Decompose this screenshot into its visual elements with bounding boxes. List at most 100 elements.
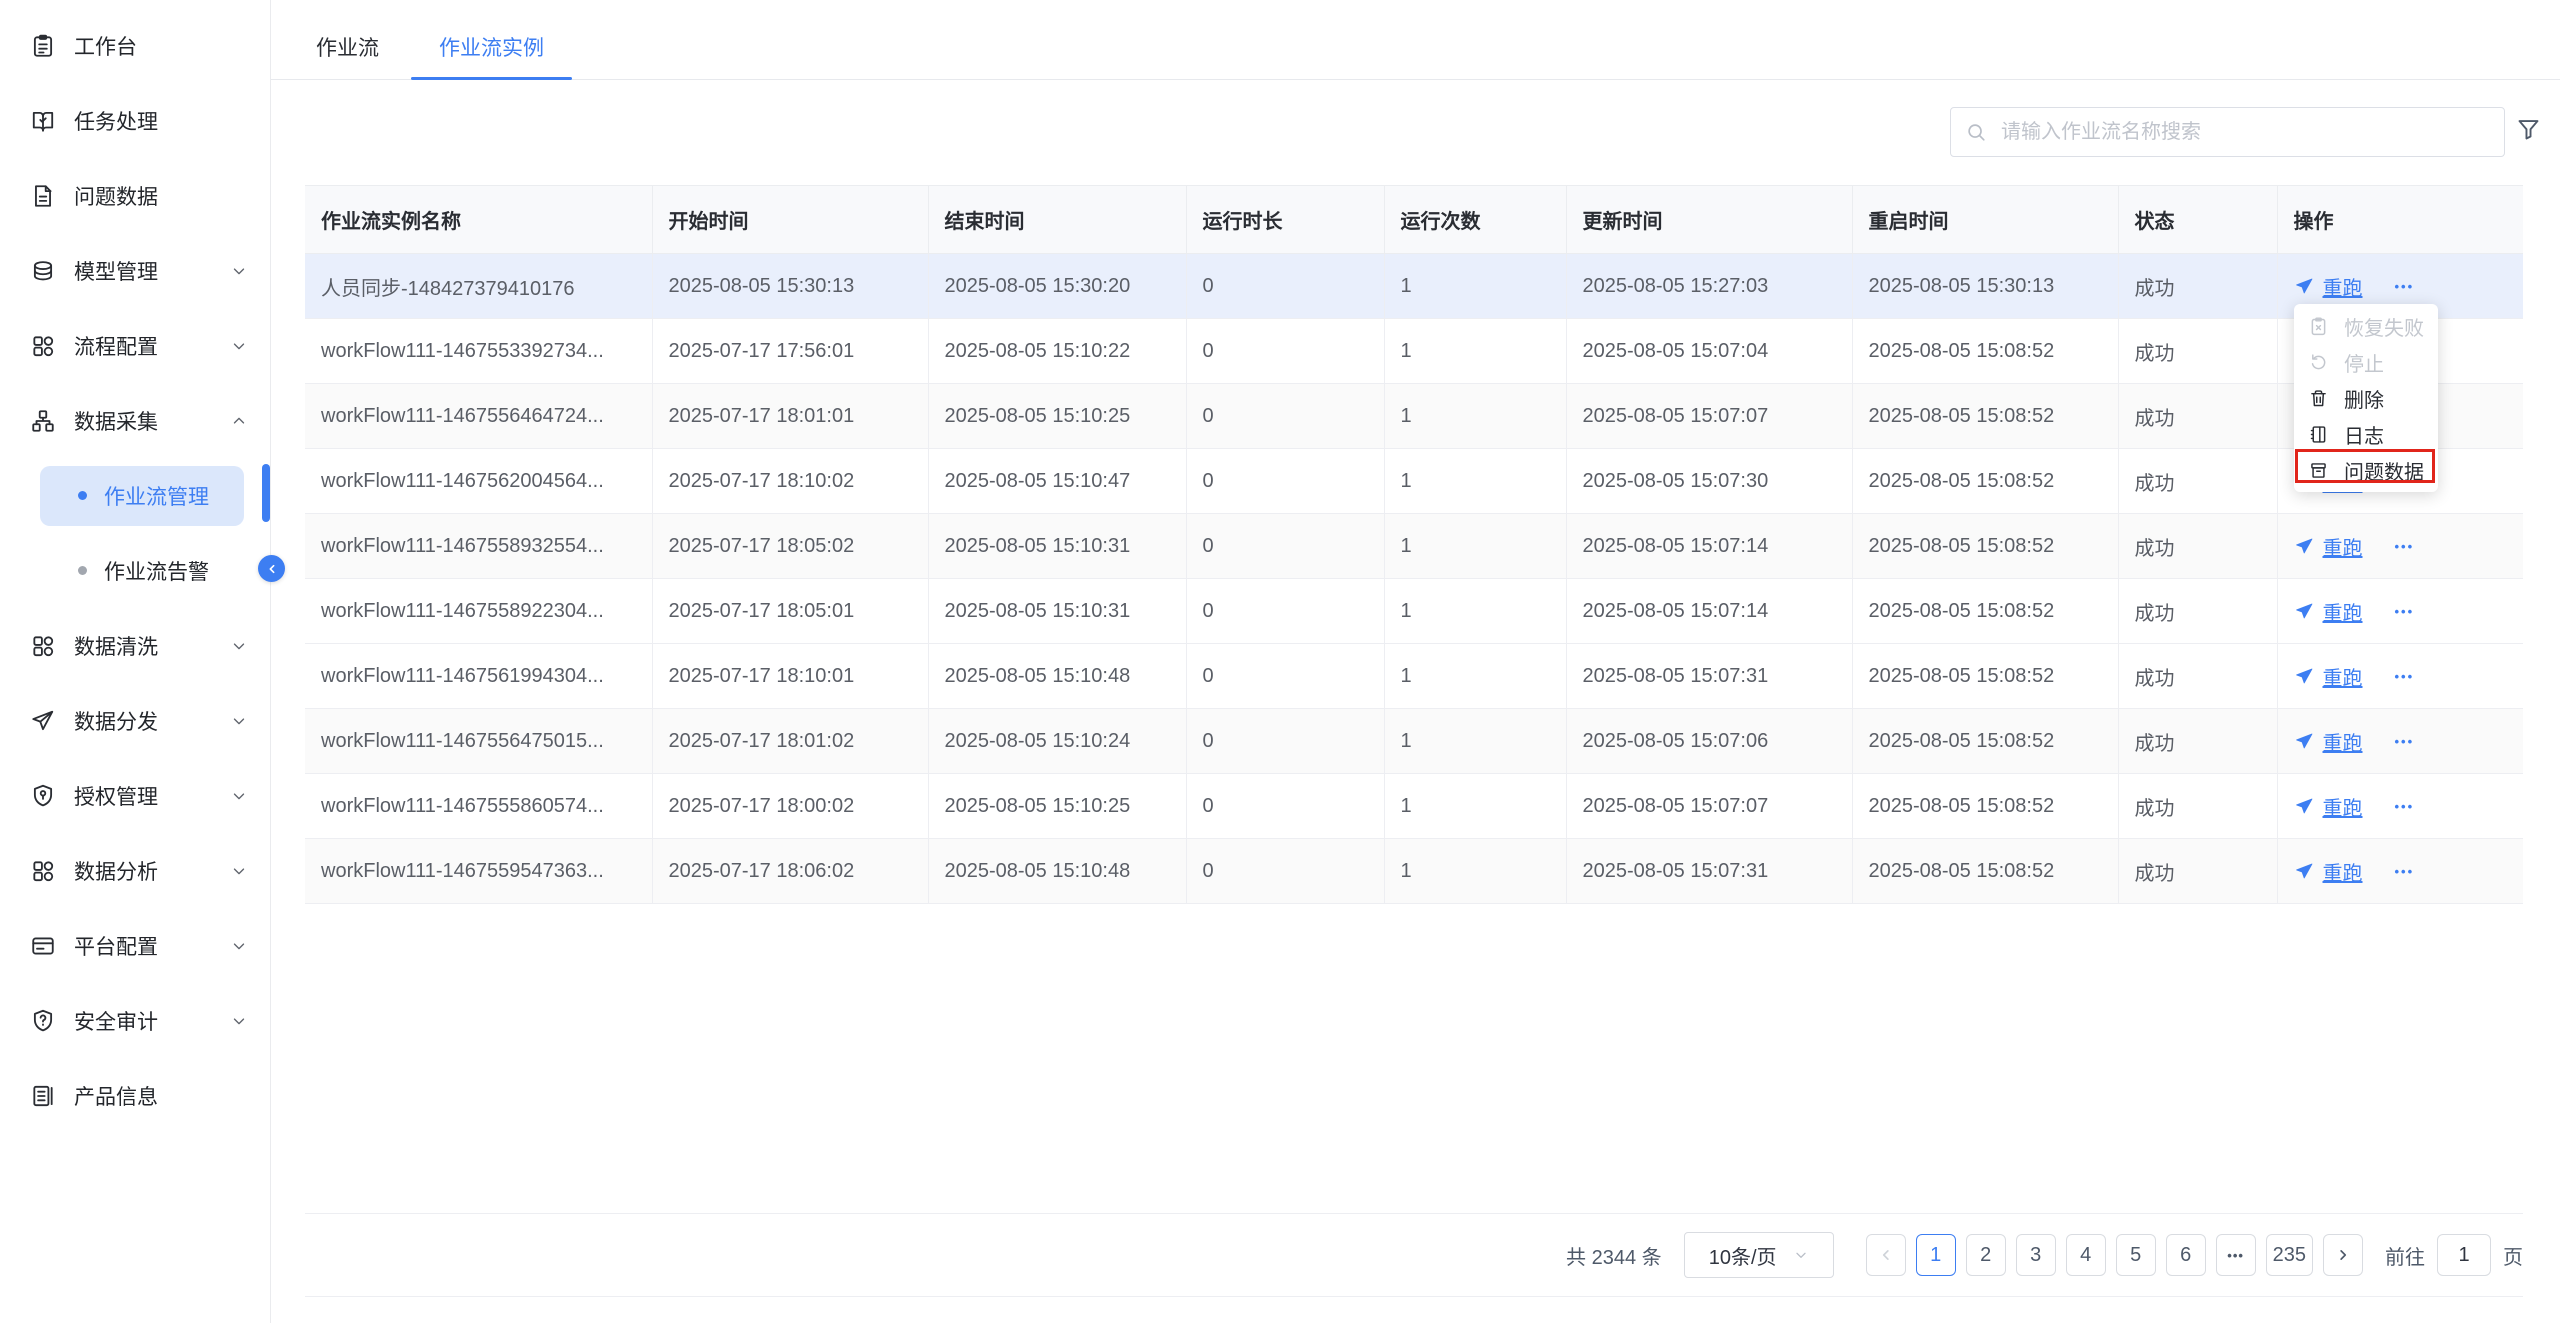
cell-instance-name: workFlow111-1467556464724... xyxy=(305,384,652,449)
cell-duration: 0 xyxy=(1186,709,1384,774)
more-actions-button[interactable]: ••• xyxy=(2395,864,2415,879)
page-button[interactable]: 3 xyxy=(2016,1234,2056,1276)
chevron-down-icon xyxy=(230,937,248,955)
cell-instance-name: 人员同步-148427379410176 xyxy=(305,254,652,319)
paper-plane-icon xyxy=(2294,601,2315,622)
workbench-icon xyxy=(30,33,56,59)
col-header-start-time: 开始时间 xyxy=(652,186,928,254)
rerun-label: 重跑 xyxy=(2323,727,2363,756)
cell-restart-time: 2025-08-05 15:08:52 xyxy=(1852,579,2118,644)
sidebar-scrollbar-thumb[interactable] xyxy=(262,464,270,522)
sidebar-item-authorization[interactable]: 授权管理 xyxy=(0,758,270,833)
sidebar-item-problem-data[interactable]: 问题数据 xyxy=(0,158,270,233)
chevron-left-icon xyxy=(1877,1246,1895,1264)
cell-update-time: 2025-08-05 15:27:03 xyxy=(1566,254,1852,319)
sidebar-item-data-collection[interactable]: 数据采集 xyxy=(0,383,270,458)
model-management-icon xyxy=(30,258,56,284)
menu-item-log[interactable]: 日志 xyxy=(2294,416,2438,452)
cell-run-count: 1 xyxy=(1384,579,1566,644)
sidebar-item-workflow-management[interactable]: 作业流管理 xyxy=(0,458,270,533)
table-row[interactable]: workFlow111-1467562004564... 2025-07-17 … xyxy=(305,449,2523,514)
menu-item-delete[interactable]: 删除 xyxy=(2294,380,2438,416)
rerun-button[interactable]: 重跑 xyxy=(2294,662,2363,691)
sidebar-item-data-distribution[interactable]: 数据分发 xyxy=(0,683,270,758)
sidebar-item-data-analysis[interactable]: 数据分析 xyxy=(0,833,270,908)
sidebar-subitem-label: 作业流管理 xyxy=(104,481,209,511)
cell-status: 成功 xyxy=(2118,644,2277,709)
cell-update-time: 2025-08-05 15:07:04 xyxy=(1566,319,1852,384)
rerun-label: 重跑 xyxy=(2323,597,2363,626)
next-page-button[interactable] xyxy=(2323,1234,2363,1276)
sidebar-item-product-info[interactable]: 产品信息 xyxy=(0,1058,270,1133)
sidebar-item-label: 任务处理 xyxy=(74,106,248,136)
cell-update-time: 2025-08-05 15:07:31 xyxy=(1566,839,1852,904)
sidebar-item-label: 数据分发 xyxy=(74,706,230,736)
authorization-icon xyxy=(30,783,56,809)
table-row[interactable]: workFlow111-1467559547363... 2025-07-17 … xyxy=(305,839,2523,904)
goto-unit-label: 页 xyxy=(2503,1241,2523,1270)
sidebar-item-security-audit[interactable]: 安全审计 xyxy=(0,983,270,1058)
page-button[interactable]: 6 xyxy=(2166,1234,2206,1276)
cell-start-time: 2025-07-17 18:10:02 xyxy=(652,449,928,514)
cell-update-time: 2025-08-05 15:07:31 xyxy=(1566,644,1852,709)
sidebar-item-process-config[interactable]: 流程配置 xyxy=(0,308,270,383)
cell-run-count: 1 xyxy=(1384,839,1566,904)
more-actions-button[interactable]: ••• xyxy=(2395,799,2415,814)
total-count-label: 共 2344 条 xyxy=(1566,1241,1662,1270)
rerun-button[interactable]: 重跑 xyxy=(2294,727,2363,756)
more-actions-button[interactable]: ••• xyxy=(2395,669,2415,684)
sidebar-item-workflow-alert[interactable]: 作业流告警 xyxy=(0,533,270,608)
table-row[interactable]: workFlow111-1467556464724... 2025-07-17 … xyxy=(305,384,2523,449)
sidebar-item-workbench[interactable]: 工作台 xyxy=(0,8,270,83)
tab-workflow[interactable]: 作业流 xyxy=(314,14,381,79)
rerun-button[interactable]: 重跑 xyxy=(2294,857,2363,886)
cell-status: 成功 xyxy=(2118,319,2277,384)
sidebar-item-task-processing[interactable]: 任务处理 xyxy=(0,83,270,158)
platform-config-icon xyxy=(30,933,56,959)
search-input[interactable] xyxy=(1999,120,2490,145)
page-size-select[interactable]: 10条/页 xyxy=(1684,1232,1834,1278)
sidebar-item-data-cleaning[interactable]: 数据清洗 xyxy=(0,608,270,683)
table-row[interactable]: workFlow111-1467553392734... 2025-07-17 … xyxy=(305,319,2523,384)
rerun-button[interactable]: 重跑 xyxy=(2294,597,2363,626)
menu-item-problem-data[interactable]: 问题数据 xyxy=(2294,452,2438,488)
table-row[interactable]: workFlow111-1467558922304... 2025-07-17 … xyxy=(305,579,2523,644)
table-row[interactable]: workFlow111-1467561994304... 2025-07-17 … xyxy=(305,644,2523,709)
more-actions-button[interactable]: ••• xyxy=(2395,539,2415,554)
more-actions-button[interactable]: ••• xyxy=(2395,734,2415,749)
prev-page-button[interactable] xyxy=(1866,1234,1906,1276)
funnel-icon[interactable] xyxy=(2515,116,2542,143)
chevron-right-icon xyxy=(2334,1246,2352,1264)
page-button[interactable]: ••• xyxy=(2216,1234,2256,1276)
goto-page-input[interactable] xyxy=(2437,1234,2491,1276)
page-button[interactable]: 235 xyxy=(2266,1234,2313,1276)
page-button[interactable]: 2 xyxy=(1966,1234,2006,1276)
more-actions-button[interactable]: ••• xyxy=(2395,279,2415,294)
table-row[interactable]: workFlow111-1467555860574... 2025-07-17 … xyxy=(305,774,2523,839)
page-button[interactable]: 1 xyxy=(1916,1234,1956,1276)
tab-workflow-instance[interactable]: 作业流实例 xyxy=(411,14,572,79)
workflow-instance-table: 作业流实例名称 开始时间 结束时间 运行时长 运行次数 更新时间 重启时间 状态… xyxy=(305,185,2523,904)
clipboard-x-icon xyxy=(2308,316,2329,337)
table-row[interactable]: workFlow111-1467558932554... 2025-07-17 … xyxy=(305,514,2523,579)
cell-start-time: 2025-07-17 18:00:02 xyxy=(652,774,928,839)
cell-restart-time: 2025-08-05 15:08:52 xyxy=(1852,514,2118,579)
cell-instance-name: workFlow111-1467558932554... xyxy=(305,514,652,579)
page-button[interactable]: 4 xyxy=(2066,1234,2106,1276)
cell-actions: 重跑 ••• xyxy=(2277,579,2523,644)
sidebar-item-platform-config[interactable]: 平台配置 xyxy=(0,908,270,983)
archive-icon xyxy=(2308,460,2329,481)
rerun-button[interactable]: 重跑 xyxy=(2294,532,2363,561)
sidebar-item-model-management[interactable]: 模型管理 xyxy=(0,233,270,308)
rerun-button[interactable]: 重跑 xyxy=(2294,272,2363,301)
more-actions-button[interactable]: ••• xyxy=(2395,604,2415,619)
menu-item-recover-failed: 恢复失败 xyxy=(2294,308,2438,344)
table-row[interactable]: 人员同步-148427379410176 2025-08-05 15:30:13… xyxy=(305,254,2523,319)
table-row[interactable]: workFlow111-1467556475015... 2025-07-17 … xyxy=(305,709,2523,774)
page-button[interactable]: 5 xyxy=(2116,1234,2156,1276)
rerun-button[interactable]: 重跑 xyxy=(2294,792,2363,821)
cell-end-time: 2025-08-05 15:10:48 xyxy=(928,839,1186,904)
sidebar-collapse-button[interactable] xyxy=(258,555,285,582)
col-header-restart-time: 重启时间 xyxy=(1852,186,2118,254)
sidebar-item-label: 授权管理 xyxy=(74,781,230,811)
